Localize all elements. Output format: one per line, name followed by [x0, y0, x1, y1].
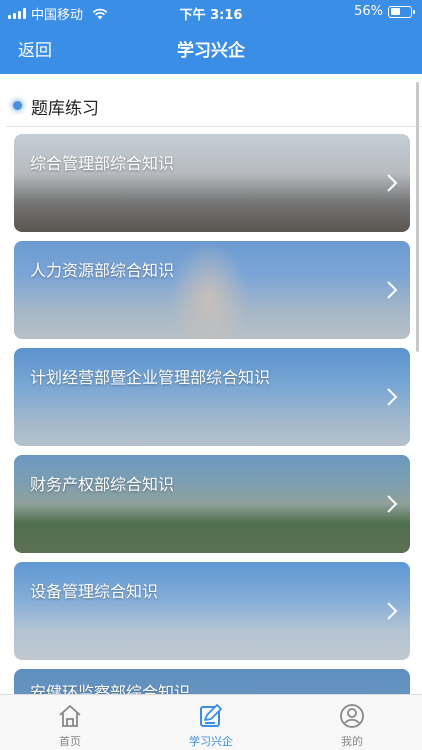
section-header: 题库练习: [0, 88, 422, 128]
tab-bar: 首页 学习兴企 我的: [0, 694, 422, 750]
section-title: 题库练习: [31, 99, 99, 119]
battery-percent: 56%: [354, 4, 383, 19]
tab-study[interactable]: 学习兴企: [141, 695, 281, 750]
card-label: 人力资源部综合知识: [30, 261, 175, 280]
chevron-right-icon: [387, 281, 398, 299]
chevron-right-icon: [387, 388, 398, 406]
question-bank-list[interactable]: 题库练习 综合管理部综合知识 人力资源部综合知识 计划经营部暨企业管理部综合知识…: [0, 74, 422, 694]
card-item[interactable]: 安健环监察部综合知识: [14, 669, 410, 694]
card-label: 综合管理部综合知识: [30, 154, 175, 173]
divider: [6, 126, 422, 127]
card-label: 计划经营部暨企业管理部综合知识: [30, 368, 271, 387]
tab-home[interactable]: 首页: [0, 695, 140, 750]
card-item[interactable]: 综合管理部综合知识: [14, 134, 410, 232]
app-header: 中国移动 下午 3:16 56% 返回 学习兴企: [0, 0, 422, 74]
card-label: 设备管理综合知识: [30, 582, 159, 601]
status-bar: 中国移动 下午 3:16 56%: [0, 0, 422, 24]
chevron-right-icon: [387, 602, 398, 620]
card-item[interactable]: 设备管理综合知识: [14, 562, 410, 660]
card-label: 安健环监察部综合知识: [30, 683, 191, 694]
status-right: 56%: [354, 4, 415, 19]
card-item[interactable]: 人力资源部综合知识: [14, 241, 410, 339]
tab-label: 我的: [341, 735, 363, 748]
study-edit-icon: [200, 704, 222, 727]
user-icon: [340, 704, 364, 728]
back-button[interactable]: 返回: [18, 36, 52, 61]
page-title: 学习兴企: [177, 41, 245, 61]
tab-label: 首页: [59, 735, 81, 748]
section-dot-icon: [13, 101, 22, 110]
card-item[interactable]: 财务产权部综合知识: [14, 455, 410, 553]
scrollbar[interactable]: [416, 82, 419, 352]
card-label: 财务产权部综合知识: [30, 475, 175, 494]
tab-label: 学习兴企: [189, 735, 233, 748]
chevron-right-icon: [387, 495, 398, 513]
battery-icon: [388, 5, 415, 18]
home-icon: [59, 705, 81, 727]
card-item[interactable]: 计划经营部暨企业管理部综合知识: [14, 348, 410, 446]
chevron-right-icon: [387, 174, 398, 192]
tab-mine[interactable]: 我的: [282, 695, 422, 750]
